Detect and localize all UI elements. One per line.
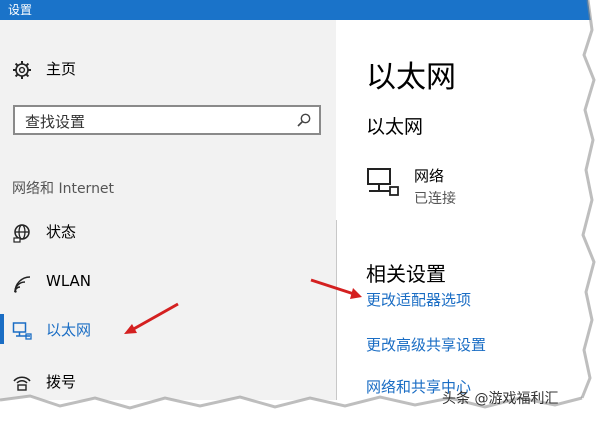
torn-paper-edge xyxy=(0,0,600,422)
watermark-text: 头条 @游戏福利汇 xyxy=(442,391,559,407)
